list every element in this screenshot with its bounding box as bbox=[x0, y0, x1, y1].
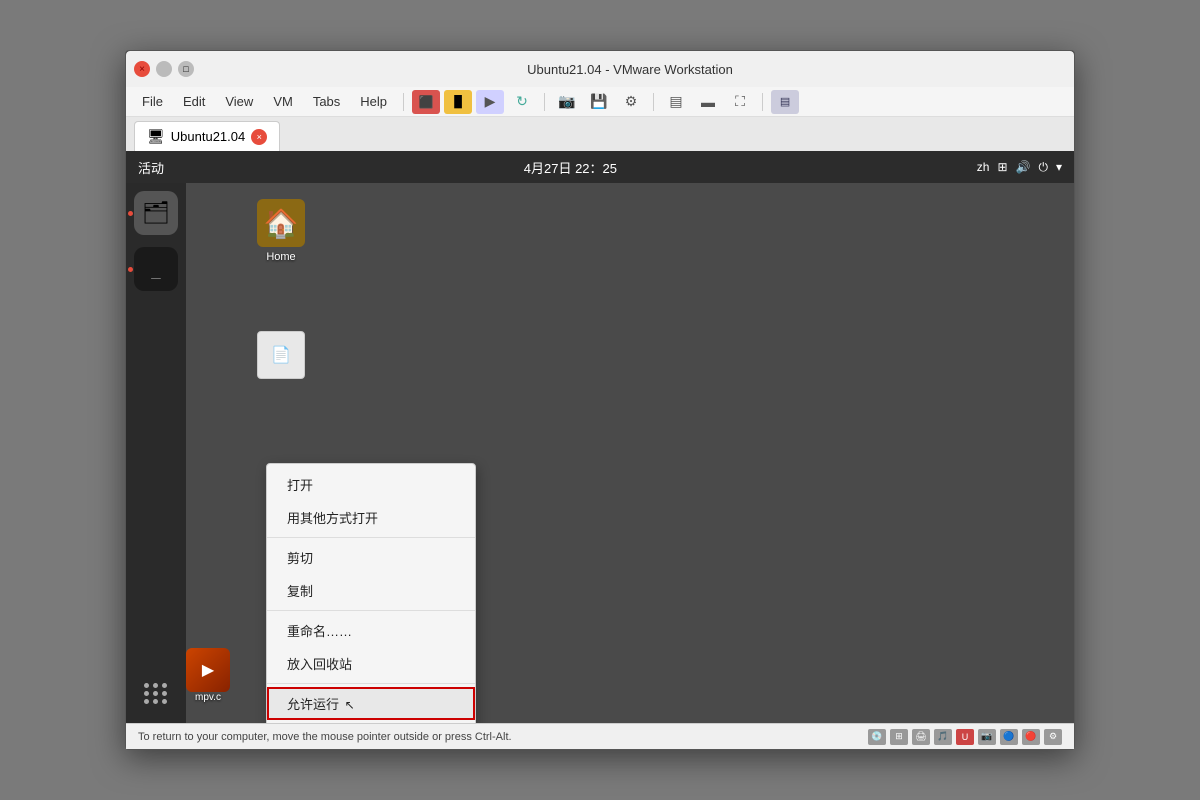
home-folder-icon[interactable]: 🏠 Home bbox=[246, 199, 316, 263]
status-icon-7[interactable]: 🔵 bbox=[1000, 729, 1018, 745]
systray: zh ⊞ 🔊 ⏻ ▾ bbox=[977, 160, 1062, 175]
status-icon-6[interactable]: 📷 bbox=[978, 729, 996, 745]
activities-label[interactable]: 活动 bbox=[138, 158, 164, 177]
status-icon-8[interactable]: 🔴 bbox=[1022, 729, 1040, 745]
menu-bar: File Edit View VM Tabs Help ⬛ ▐▌ ▶ ↻ 📷 💾… bbox=[126, 87, 1074, 117]
file-icon[interactable]: 📄 bbox=[246, 331, 316, 379]
ctx-separator-1 bbox=[267, 537, 475, 538]
status-icon-4[interactable]: 🎵 bbox=[934, 729, 952, 745]
ctx-separator-2 bbox=[267, 610, 475, 611]
context-menu: 打开 用其他方式打开 剪切 复制 重命名…… 放入回收站 允许运行 ↖ Send… bbox=[266, 463, 476, 723]
toolbar-separator-4 bbox=[762, 93, 763, 111]
ctx-separator-3 bbox=[267, 683, 475, 684]
dock-apps-button[interactable] bbox=[134, 671, 178, 715]
mpv-icon: ▶ bbox=[186, 648, 230, 692]
toolbar-btn-red[interactable]: ⬛ bbox=[412, 90, 440, 114]
home-folder-label: Home bbox=[266, 251, 295, 263]
toolbar-btn-snapshot[interactable]: 📷 bbox=[553, 90, 581, 114]
home-folder-image: 🏠 bbox=[257, 199, 305, 247]
close-button[interactable]: × bbox=[134, 61, 150, 77]
ctx-copy[interactable]: 复制 bbox=[267, 574, 475, 607]
toolbar-separator-2 bbox=[544, 93, 545, 111]
status-icon-2[interactable]: ⊞ bbox=[890, 729, 908, 745]
desktop-area: 🏠 Home 📄 ▶ mpv.c 打开 bbox=[186, 183, 1074, 723]
power-icon: ⏻ bbox=[1038, 160, 1048, 175]
toolbar-btn-fullscreen[interactable]: ⛶ bbox=[726, 90, 754, 114]
toolbar-btn-settings[interactable]: ⚙ bbox=[617, 90, 645, 114]
file-icon-image: 📄 bbox=[257, 331, 305, 379]
vmware-window: × □ Ubuntu21.04 - VMware Workstation Fil… bbox=[125, 50, 1075, 750]
ctx-send-to[interactable]: Send to... bbox=[267, 720, 475, 723]
network-icon: ⊞ bbox=[997, 160, 1007, 174]
ctx-open-with[interactable]: 用其他方式打开 bbox=[267, 501, 475, 534]
minimize-button[interactable] bbox=[156, 61, 172, 77]
toolbar-btn-view1[interactable]: ▤ bbox=[662, 90, 690, 114]
menu-edit[interactable]: Edit bbox=[175, 90, 213, 113]
dock-item-terminal[interactable]: _ bbox=[134, 247, 178, 291]
volume-icon: 🔊 bbox=[1016, 160, 1031, 174]
ctx-open[interactable]: 打开 bbox=[267, 468, 475, 501]
ctx-cut[interactable]: 剪切 bbox=[267, 541, 475, 574]
title-bar: × □ Ubuntu21.04 - VMware Workstation bbox=[126, 51, 1074, 87]
ctx-allow-run[interactable]: 允许运行 ↖ bbox=[267, 687, 475, 720]
toolbar-separator-1 bbox=[403, 93, 404, 111]
menu-vm[interactable]: VM bbox=[265, 90, 301, 113]
status-bar: To return to your computer, move the mou… bbox=[126, 723, 1074, 749]
dock-indicator-terminal bbox=[128, 267, 133, 272]
cursor-icon: ↖ bbox=[345, 698, 355, 712]
status-icon-5[interactable]: U bbox=[956, 729, 974, 745]
tab-icon: 🖥 bbox=[147, 128, 165, 145]
status-icon-3[interactable]: 🖨 bbox=[912, 729, 930, 745]
menu-file[interactable]: File bbox=[134, 90, 171, 113]
maximize-button[interactable]: □ bbox=[178, 61, 194, 77]
menu-tabs[interactable]: Tabs bbox=[305, 90, 348, 113]
toolbar-btn-yellow[interactable]: ▐▌ bbox=[444, 90, 472, 114]
menu-help[interactable]: Help bbox=[352, 90, 395, 113]
vm-content: 活动 4月27日 22：25 zh ⊞ 🔊 ⏻ ▾ 🗂 _ bbox=[126, 151, 1074, 723]
lang-indicator[interactable]: zh bbox=[977, 160, 990, 174]
mpv-icon-container[interactable]: ▶ mpv.c bbox=[186, 648, 230, 703]
apps-grid-icon bbox=[144, 683, 168, 704]
tab-bar: 🖥 Ubuntu21.04 × bbox=[126, 117, 1074, 151]
ctx-rename[interactable]: 重命名…… bbox=[267, 614, 475, 647]
clock-display: 4月27日 22：25 bbox=[164, 158, 977, 177]
ctx-trash[interactable]: 放入回收站 bbox=[267, 647, 475, 680]
toolbar-btn-play[interactable]: ▶ bbox=[476, 90, 504, 114]
status-text: To return to your computer, move the mou… bbox=[138, 731, 512, 743]
tab-close-button[interactable]: × bbox=[251, 129, 267, 145]
menu-view[interactable]: View bbox=[217, 90, 261, 113]
chevron-down-icon[interactable]: ▾ bbox=[1056, 160, 1062, 174]
mpv-icon-label: mpv.c bbox=[195, 692, 221, 703]
status-icons: 💿 ⊞ 🖨 🎵 U 📷 🔵 🔴 ⚙ bbox=[868, 729, 1062, 745]
ubuntu-topbar: 活动 4月27日 22：25 zh ⊞ 🔊 ⏻ ▾ bbox=[126, 151, 1074, 183]
ubuntu-desktop: 🗂 _ 🏠 bbox=[126, 183, 1074, 723]
ubuntu-dock: 🗂 _ bbox=[126, 183, 186, 723]
toolbar-btn-refresh[interactable]: ↻ bbox=[508, 90, 536, 114]
dock-item-files[interactable]: 🗂 bbox=[134, 191, 178, 235]
toolbar-separator-3 bbox=[653, 93, 654, 111]
tab-label: Ubuntu21.04 bbox=[171, 129, 245, 144]
toolbar-btn-vm2[interactable]: 💾 bbox=[585, 90, 613, 114]
dock-indicator bbox=[128, 211, 133, 216]
tab-ubuntu[interactable]: 🖥 Ubuntu21.04 × bbox=[134, 121, 280, 151]
files-icon: 🗂 bbox=[142, 200, 170, 226]
toolbar-btn-panel[interactable]: ▤ bbox=[771, 90, 799, 114]
window-controls: × □ bbox=[134, 61, 194, 77]
window-title: Ubuntu21.04 - VMware Workstation bbox=[194, 62, 1066, 77]
status-icon-9[interactable]: ⚙ bbox=[1044, 729, 1062, 745]
status-icon-1[interactable]: 💿 bbox=[868, 729, 886, 745]
toolbar-btn-view2[interactable]: ▬ bbox=[694, 90, 722, 114]
terminal-icon: _ bbox=[151, 260, 161, 279]
